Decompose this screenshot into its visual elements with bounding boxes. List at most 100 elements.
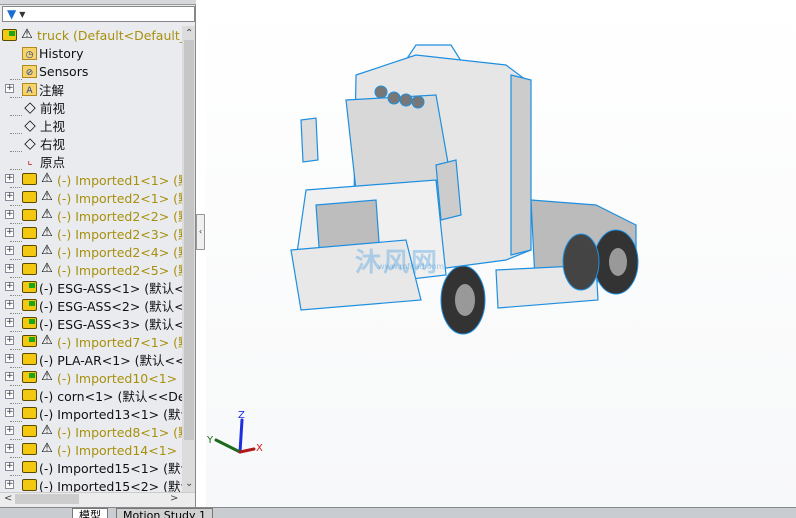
expand-icon[interactable]: + [5, 300, 14, 309]
scroll-left-icon[interactable]: < [4, 493, 12, 504]
expand-icon[interactable]: + [5, 282, 14, 291]
tree-item-label: (-) Imported2<4> (默认 [57, 244, 182, 260]
tree-connector [10, 79, 22, 80]
tree-item[interactable]: (-) Imported15<2> (默认 [22, 476, 182, 492]
tree-item[interactable]: (-) Imported15<1> (默认 [22, 458, 182, 476]
horizontal-scroll-thumb[interactable] [15, 494, 79, 504]
part-icon [22, 407, 37, 419]
part-icon [22, 263, 37, 275]
expand-icon[interactable]: + [5, 192, 14, 201]
warning-icon: ⚠ [41, 423, 53, 438]
origin-icon: ⌞ [27, 154, 33, 167]
tree-item-label: (-) Imported7<1> (默认 [57, 334, 182, 350]
panel-tabs[interactable] [0, 0, 196, 5]
expand-icon[interactable]: + [5, 372, 14, 381]
tree-item[interactable]: (-) PLA-AR<1> (默认<<D [22, 350, 182, 368]
tree-item[interactable]: ⌞ 原点 [22, 152, 65, 170]
part-icon [22, 245, 37, 257]
tree-item[interactable]: ◇ 右视 [22, 134, 65, 152]
tree-item[interactable]: ⚠ truck (Default<Default_Display State-1>… [2, 26, 182, 44]
expand-icon[interactable]: + [5, 390, 14, 399]
tab-model[interactable]: 模型 [72, 508, 108, 518]
tree-item[interactable]: ⚠ (-) Imported14<1> (默 [22, 440, 182, 458]
vertical-scroll-thumb[interactable] [184, 40, 194, 440]
tree-connector [10, 205, 22, 206]
tree-connector [10, 403, 22, 404]
scroll-down-icon[interactable]: ⌄ [185, 478, 193, 489]
tab-motion-study[interactable]: Motion Study 1 [116, 508, 214, 518]
watermark: 沐风网 [355, 248, 440, 278]
part-icon [22, 425, 37, 437]
warning-icon: ⚠ [41, 207, 53, 222]
tree-item-label: (-) Imported8<1> (默认 [57, 424, 182, 440]
tree-item-label: History [39, 45, 84, 61]
tree-item[interactable]: (-) Imported13<1> (默认 [22, 404, 182, 422]
expand-icon[interactable]: + [5, 174, 14, 183]
sensors-folder-icon: ⊘ [22, 64, 37, 78]
tree-item[interactable]: ⚠ (-) Imported7<1> (默认 [22, 332, 182, 350]
tree-item[interactable]: A 注解 [22, 80, 64, 98]
tree-item[interactable]: ◇ 上视 [22, 116, 65, 134]
triad-z-axis [238, 418, 244, 454]
tree-item-label: (-) Imported10<1> (默 [57, 370, 182, 386]
expand-icon[interactable]: + [5, 444, 14, 453]
tree-connector [10, 349, 22, 350]
expand-icon[interactable]: + [5, 318, 14, 327]
tree-item[interactable]: ◷ History [22, 44, 83, 62]
assembly-icon [22, 371, 37, 383]
part-icon [22, 227, 37, 239]
tree-item[interactable]: (-) corn<1> (默认<<Def [22, 386, 182, 404]
tree-item[interactable]: ⚠ (-) Imported2<4> (默认 [22, 242, 182, 260]
tree-item[interactable]: ⚠ (-) Imported2<1> (默认 [22, 188, 182, 206]
expand-icon[interactable]: + [5, 426, 14, 435]
tree-item-label: truck (Default<Default_Display State-1>) [37, 27, 182, 43]
tree-item-label: (-) Imported2<2> (默认 [57, 208, 182, 224]
tree-item[interactable]: ⚠ (-) Imported2<5> (默认 [22, 260, 182, 278]
warning-icon: ⚠ [21, 27, 33, 42]
filter-button[interactable]: ▼ ▼ [2, 6, 195, 22]
tree-item-label: 原点 [40, 154, 66, 170]
tree-item[interactable]: (-) ESG-ASS<1> (默认<D [22, 278, 182, 296]
tree-item[interactable]: ⚠ (-) Imported1<1> (默认 [22, 170, 182, 188]
tree-item[interactable]: ⚠ (-) Imported8<1> (默认 [22, 422, 182, 440]
expand-icon[interactable]: + [5, 84, 14, 93]
tree-item-label: (-) Imported2<3> (默认 [57, 226, 182, 242]
expand-icon[interactable]: + [5, 228, 14, 237]
tree-item[interactable]: (-) ESG-ASS<2> (默认<D [22, 296, 182, 314]
tree-connector [10, 277, 22, 278]
tree-item[interactable]: ⚠ (-) Imported2<3> (默认 [22, 224, 182, 242]
expand-icon[interactable]: + [5, 336, 14, 345]
plane-icon: ◇ [24, 98, 36, 116]
plane-icon: ◇ [24, 116, 36, 134]
warning-icon: ⚠ [41, 333, 53, 348]
expand-icon[interactable]: + [5, 246, 14, 255]
triad-z-label: Z [238, 410, 245, 421]
part-icon [22, 461, 37, 473]
assembly-icon [22, 299, 37, 311]
truck-model: Z Y X [206, 44, 639, 454]
scroll-right-icon[interactable]: > [170, 493, 178, 504]
tree-item-label: 右视 [40, 136, 66, 152]
tree-item-label: (-) PLA-AR<1> (默认<<D [39, 352, 182, 368]
expand-icon[interactable]: + [5, 354, 14, 363]
tree-item[interactable]: ⊘ Sensors [22, 62, 88, 80]
graphics-area[interactable]: Z Y X [206, 0, 796, 507]
expand-icon[interactable]: + [5, 480, 14, 489]
collapse-panel-handle[interactable]: ‹ [196, 214, 205, 250]
expand-icon[interactable]: + [5, 210, 14, 219]
tree-item[interactable]: ◇ 前视 [22, 98, 65, 116]
history-folder-icon: ◷ [22, 46, 37, 60]
tree-item[interactable]: ⚠ (-) Imported10<1> (默 [22, 368, 182, 386]
warning-icon: ⚠ [41, 225, 53, 240]
tree-item-label: (-) ESG-ASS<1> (默认<D [39, 280, 182, 296]
tree-connector [10, 133, 22, 134]
part-icon [22, 389, 37, 401]
expand-icon[interactable]: + [5, 264, 14, 273]
tree-item[interactable]: ⚠ (-) Imported2<2> (默认 [22, 206, 182, 224]
tree-item-label: (-) Imported15<1> (默认 [39, 460, 182, 476]
scroll-up-icon[interactable]: ⌃ [185, 28, 193, 39]
tree-item[interactable]: (-) ESG-ASS<3> (默认<D [22, 314, 182, 332]
expand-icon[interactable]: + [5, 462, 14, 471]
expand-icon[interactable]: + [5, 408, 14, 417]
feature-tree: ⚠ truck (Default<Default_Display State-1>… [0, 26, 182, 492]
